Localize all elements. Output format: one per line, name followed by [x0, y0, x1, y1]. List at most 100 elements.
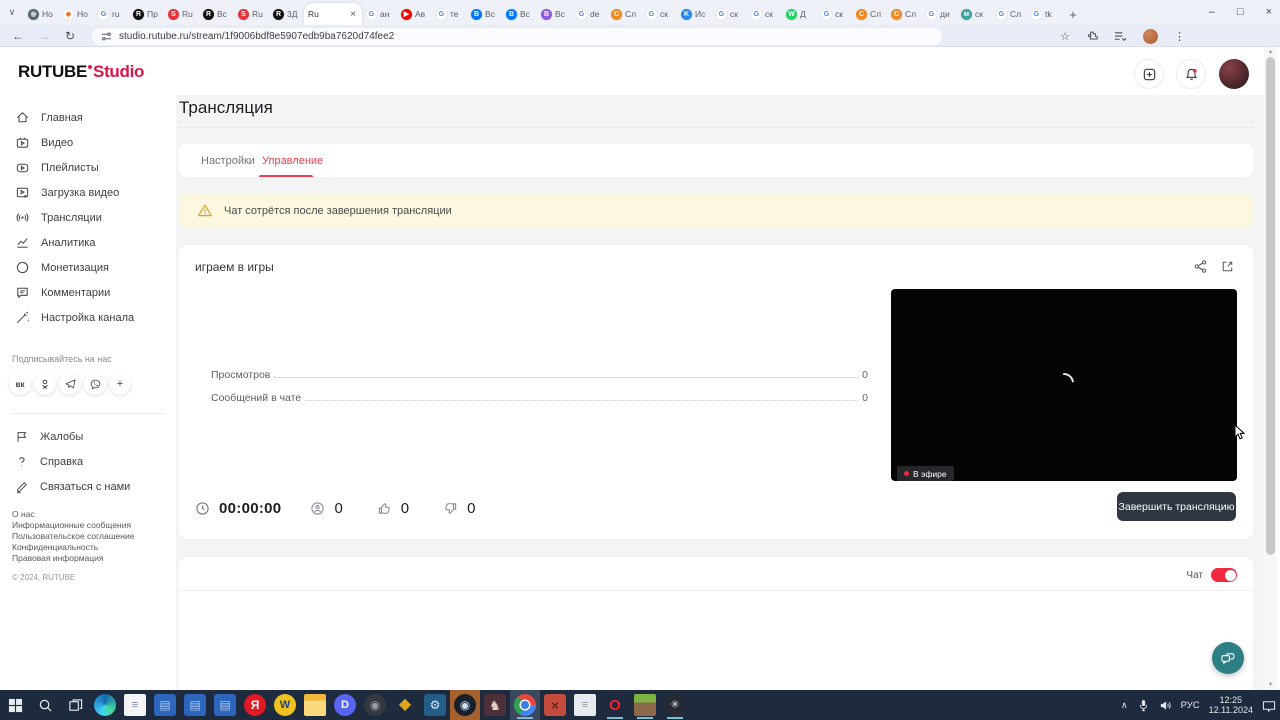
footer-link[interactable]: Пользовательское соглашение — [12, 531, 176, 542]
chat-toggle[interactable] — [1211, 568, 1237, 582]
browser-tab[interactable]: G ск — [712, 3, 747, 25]
footer-link[interactable]: Информационные сообщения — [12, 520, 176, 531]
browser-tab[interactable]: G ru — [94, 3, 129, 25]
browser-tab[interactable]: R Пр — [129, 3, 164, 25]
taskbar-app[interactable] — [630, 690, 660, 720]
taskbar-app[interactable]: D — [330, 690, 360, 720]
taskbar-app[interactable]: W — [270, 690, 300, 720]
browser-tab[interactable]: S Ru — [234, 3, 269, 25]
sidebar-item-streams[interactable]: Трансляции — [0, 205, 176, 230]
reading-list-icon[interactable] — [1114, 31, 1127, 42]
browser-menu-icon[interactable]: ⋮ — [1174, 30, 1185, 43]
microphone-icon[interactable] — [1137, 699, 1150, 712]
social-vk-button[interactable]: вк — [9, 373, 31, 395]
taskbar-app[interactable] — [90, 690, 120, 720]
browser-tab[interactable]: R Вс — [199, 3, 234, 25]
tab-close-icon[interactable]: × — [348, 9, 358, 20]
taskbar-app[interactable]: ⚙ — [420, 690, 450, 720]
tray-expand-icon[interactable]: ∧ — [1121, 700, 1128, 711]
new-tab-button[interactable]: + — [1062, 3, 1084, 25]
taskbar-app[interactable]: ◉ — [360, 690, 390, 720]
taskbar-app[interactable]: ♞ — [480, 690, 510, 720]
window-maximize-button[interactable]: □ — [1237, 6, 1244, 18]
browser-tab[interactable]: G Сл — [992, 3, 1027, 25]
speaker-icon[interactable] — [1159, 699, 1172, 712]
browser-tab[interactable]: G ск — [747, 3, 782, 25]
browser-tab[interactable]: G tk — [1027, 3, 1062, 25]
sidebar-item-contact[interactable]: Связаться с нами — [0, 474, 176, 499]
share-icon[interactable] — [1193, 259, 1208, 274]
taskbar-app[interactable]: ▤ — [150, 690, 180, 720]
scroll-down-arrow[interactable]: ▼ — [1264, 682, 1277, 688]
taskbar-app[interactable]: O — [600, 690, 630, 720]
sidebar-item-upload[interactable]: Загрузка видео — [0, 180, 176, 205]
tab-settings[interactable]: Настройки — [201, 144, 255, 177]
social-telegram-button[interactable] — [59, 373, 81, 395]
back-button[interactable]: ← — [8, 25, 28, 47]
address-bar[interactable]: studio.rutube.ru/stream/1f9006bdf8e5907e… — [92, 28, 942, 45]
sidebar-item-comments[interactable]: Комментарии — [0, 280, 176, 305]
scrollbar-thumb[interactable] — [1266, 57, 1275, 555]
browser-tab[interactable]: G ск — [642, 3, 677, 25]
taskbar-app[interactable]: ✳ — [660, 690, 690, 720]
taskbar-app[interactable]: ≡ — [570, 690, 600, 720]
sidebar-item-video[interactable]: Видео — [0, 130, 176, 155]
browser-tab[interactable]: B Вс — [537, 3, 572, 25]
browser-tab[interactable]: G те — [432, 3, 467, 25]
social-more-button[interactable]: + — [109, 373, 131, 395]
browser-tab[interactable]: G ан — [362, 3, 397, 25]
notification-center-icon[interactable] — [1262, 699, 1276, 712]
sidebar-item-home[interactable]: Главная — [0, 105, 176, 130]
page-scrollbar[interactable]: ▲ ▼ — [1264, 47, 1277, 690]
thumb-up-icon[interactable] — [377, 501, 392, 516]
bookmark-star-icon[interactable]: ☆ — [1060, 30, 1070, 43]
task-view-button[interactable] — [60, 690, 90, 720]
browser-tab[interactable]: R 3Д — [269, 3, 304, 25]
footer-link[interactable]: Правовая информация — [12, 553, 176, 564]
reload-button[interactable]: ↻ — [60, 25, 80, 47]
taskbar-app[interactable]: Я — [240, 690, 270, 720]
taskbar-app[interactable]: ▤ — [180, 690, 210, 720]
taskbar-app[interactable] — [300, 690, 330, 720]
forward-button[interactable]: → — [34, 25, 54, 47]
site-settings-icon[interactable] — [101, 31, 112, 42]
extensions-icon[interactable] — [1086, 30, 1098, 42]
language-indicator[interactable]: РУС — [1181, 700, 1200, 711]
taskbar-app[interactable]: ▤ — [210, 690, 240, 720]
footer-link[interactable]: Конфиденциальность — [12, 542, 176, 553]
support-chat-fab[interactable] — [1212, 642, 1244, 674]
upload-button[interactable] — [1134, 59, 1164, 89]
open-external-icon[interactable] — [1220, 259, 1235, 274]
browser-tab[interactable]: K Ис — [677, 3, 712, 25]
tab-search-button[interactable]: ∨ — [0, 0, 24, 25]
taskbar-app[interactable] — [510, 690, 540, 720]
browser-tab-active[interactable]: Ru × — [304, 3, 362, 25]
social-viber-button[interactable] — [84, 373, 106, 395]
thumb-down-icon[interactable] — [443, 501, 458, 516]
taskbar-app[interactable]: ◉ — [450, 690, 480, 720]
browser-tab[interactable]: м ск — [957, 3, 992, 25]
footer-link[interactable]: О нас — [12, 509, 176, 520]
browser-tab[interactable]: С Сл — [607, 3, 642, 25]
taskbar-app[interactable]: ≡ — [120, 690, 150, 720]
finish-stream-button[interactable]: Завершить трансляцию — [1117, 492, 1236, 521]
scroll-up-arrow[interactable]: ▲ — [1264, 49, 1277, 55]
sidebar-item-analytics[interactable]: Аналитика — [0, 230, 176, 255]
sidebar-item-monetization[interactable]: Монетизация — [0, 255, 176, 280]
browser-tab[interactable]: С Сл — [852, 3, 887, 25]
browser-tab[interactable]: G de — [572, 3, 607, 25]
sidebar-item-channel-settings[interactable]: Настройка канала — [0, 305, 176, 330]
taskbar-search-button[interactable] — [30, 690, 60, 720]
user-avatar[interactable] — [1219, 59, 1249, 89]
browser-tab[interactable]: S Ru — [164, 3, 199, 25]
sidebar-item-playlists[interactable]: Плейлисты — [0, 155, 176, 180]
notifications-button[interactable] — [1176, 59, 1206, 89]
browser-tab[interactable]: B Вс — [467, 3, 502, 25]
rutube-studio-logo[interactable]: RUTUBE Studio — [18, 62, 144, 82]
window-minimize-button[interactable]: – — [1209, 6, 1215, 18]
browser-tab[interactable]: ◉ Но — [24, 3, 59, 25]
sidebar-item-complaints[interactable]: Жалобы — [0, 424, 176, 449]
browser-tab[interactable]: G ди — [922, 3, 957, 25]
taskbar-app[interactable]: × — [540, 690, 570, 720]
taskbar-clock[interactable]: 12:25 12.11.2024 — [1209, 695, 1253, 715]
